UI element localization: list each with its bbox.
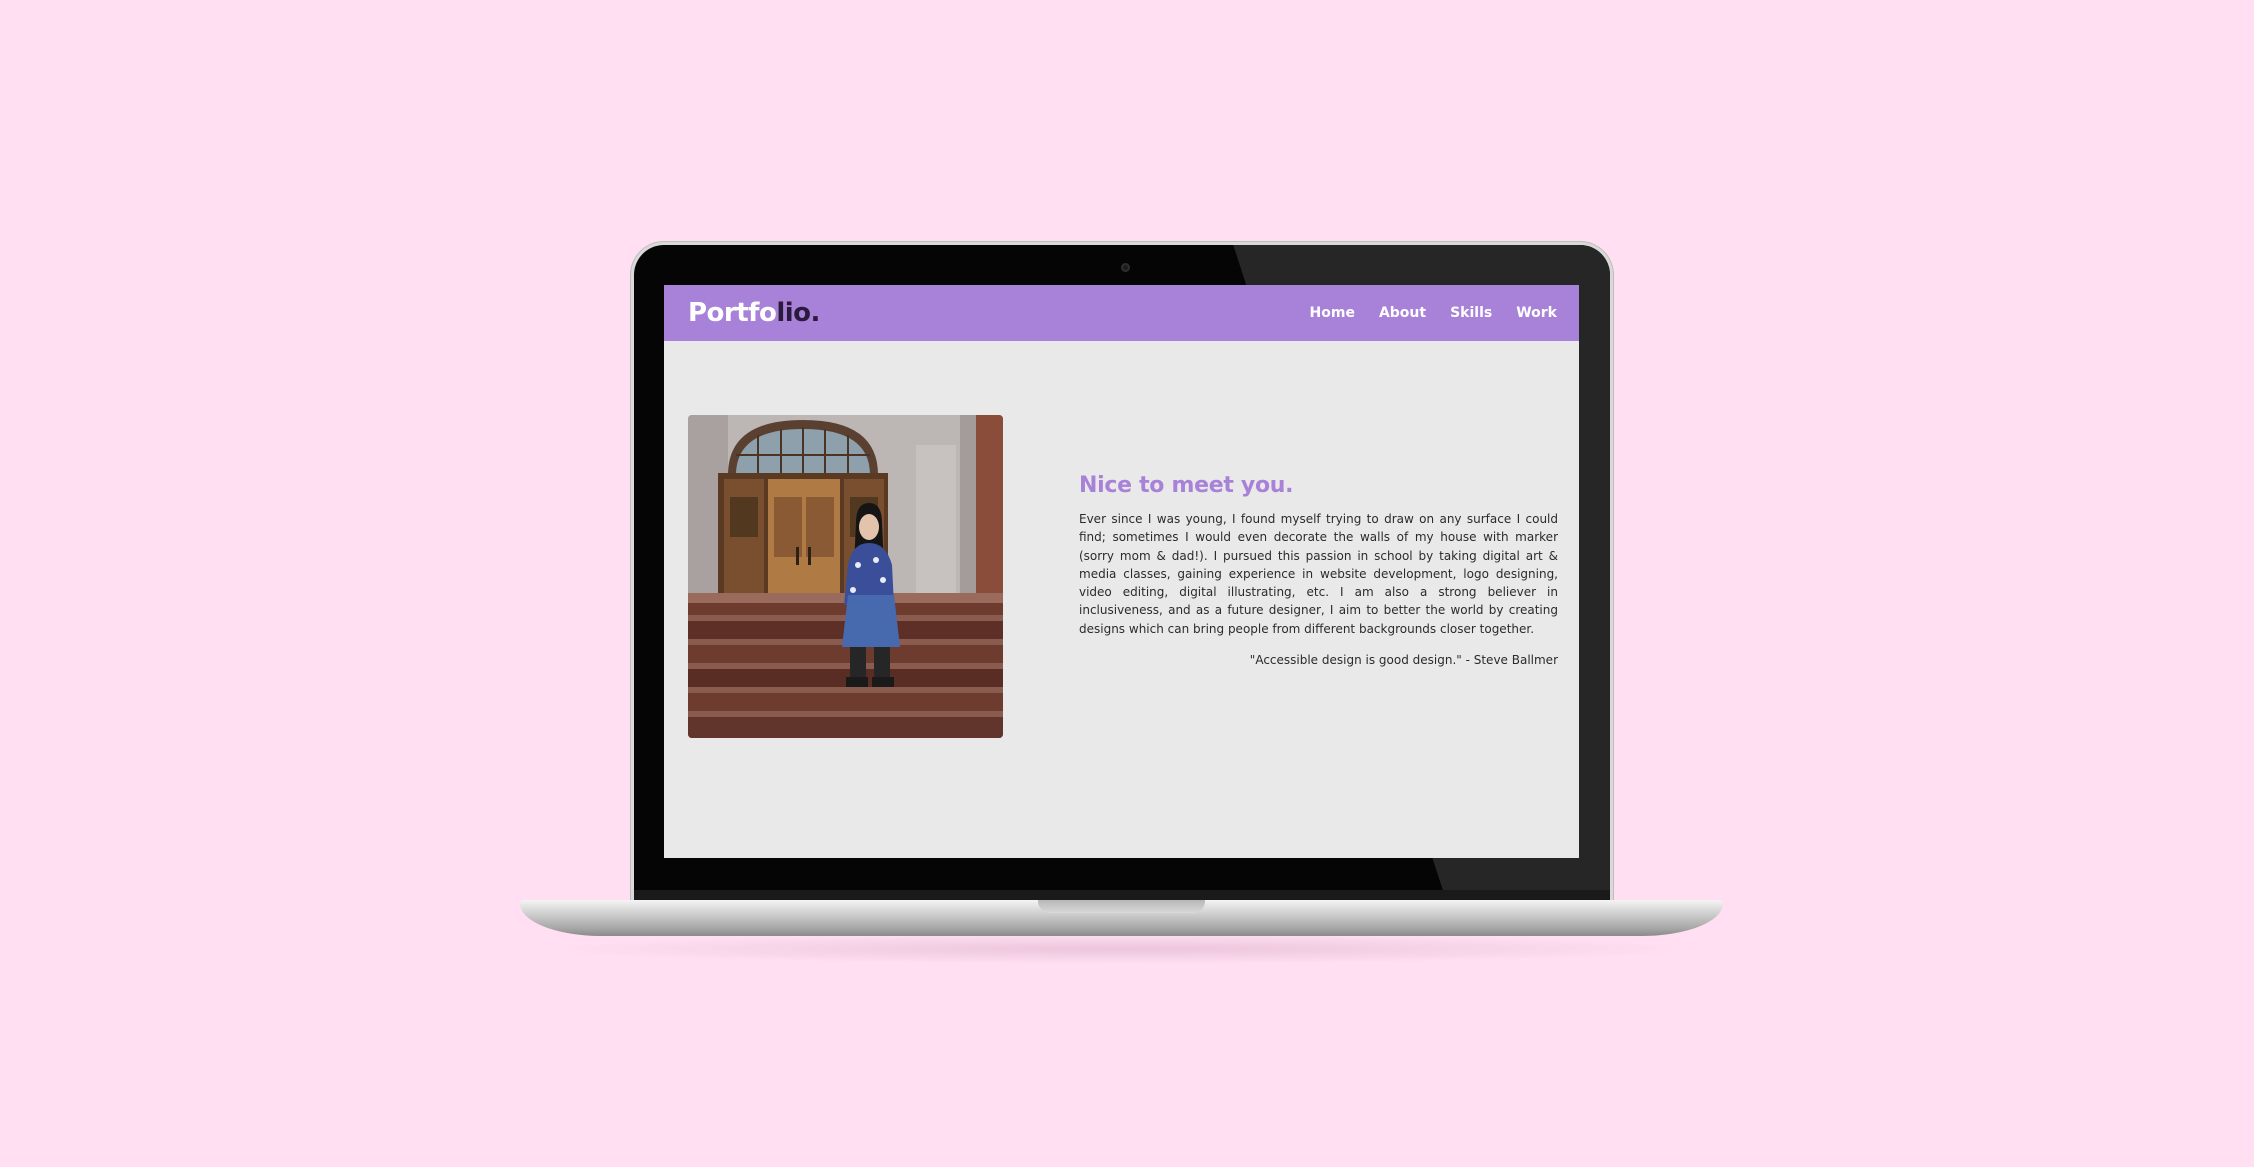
laptop-screen: Portfolio. Home About Skills Work Nice t…	[664, 285, 1579, 858]
about-title: Nice to meet you.	[1079, 473, 1294, 498]
navbar: Portfolio. Home About Skills Work	[664, 285, 1579, 341]
mockup-stage: Portfolio. Home About Skills Work Nice t…	[0, 0, 2254, 1167]
about-section: Nice to meet you. Ever since I was young…	[1079, 473, 1558, 667]
laptop-notch	[1038, 900, 1205, 913]
about-text: Ever since I was young, I found myself t…	[1079, 512, 1558, 636]
nav-links: Home About Skills Work	[1298, 285, 1569, 341]
nav-link-about[interactable]: About	[1367, 305, 1438, 321]
camera-icon	[1121, 263, 1130, 272]
site-logo[interactable]: Portfolio.	[688, 297, 820, 329]
nav-link-home[interactable]: Home	[1298, 305, 1367, 321]
about-quote: "Accessible design is good design." - St…	[1249, 653, 1558, 668]
laptop-shadow	[530, 934, 1713, 964]
nav-link-skills[interactable]: Skills	[1438, 305, 1504, 321]
logo-text-light: Portfo	[688, 298, 777, 328]
logo-text-dark: lio.	[776, 298, 820, 328]
portrait-photo-illustration	[688, 415, 1003, 738]
laptop-lid: Portfolio. Home About Skills Work Nice t…	[634, 245, 1610, 900]
portrait-photo	[688, 415, 1003, 738]
nav-link-work[interactable]: Work	[1504, 305, 1569, 321]
